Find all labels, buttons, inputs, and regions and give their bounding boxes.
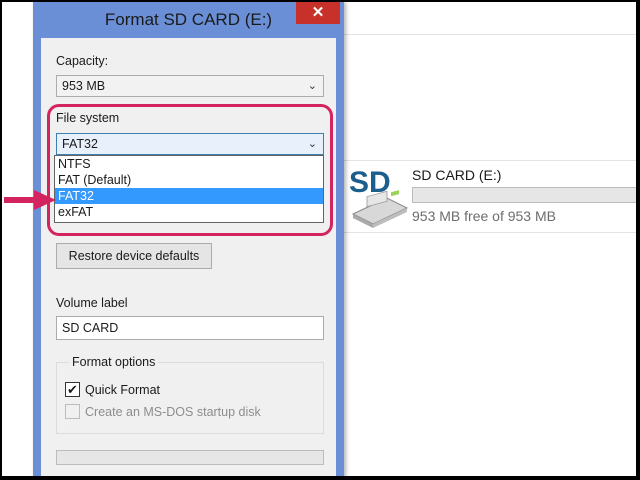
format-dialog: Format SD CARD (E:) ✕ Capacity: 953 MB ⌄…: [33, 2, 344, 476]
checkmark-icon: ✔: [67, 382, 78, 397]
explorer-divider: [344, 34, 636, 35]
capacity-label: Capacity:: [56, 54, 109, 68]
volume-label-label: Volume label: [56, 296, 128, 310]
restore-defaults-button[interactable]: Restore device defaults: [56, 243, 212, 269]
annotation-arrow-icon: [4, 190, 56, 210]
drive-free-space: 953 MB free of 953 MB: [412, 208, 556, 224]
close-button[interactable]: ✕: [296, 2, 340, 24]
screenshot-frame: SD SD CARD (E:) 953 MB free of 953 MB Fo…: [2, 2, 636, 476]
capacity-select[interactable]: 953 MB ⌄: [56, 75, 324, 97]
sd-card-drive-icon[interactable]: SD: [347, 164, 411, 228]
volume-label-input[interactable]: SD CARD: [56, 316, 324, 340]
msdos-startup-label: Create an MS-DOS startup disk: [85, 405, 261, 419]
drive-usage-bar: [412, 187, 636, 203]
chevron-down-icon: ⌄: [307, 80, 317, 92]
explorer-divider: [344, 232, 636, 233]
quick-format-label[interactable]: Quick Format: [85, 383, 160, 397]
drive-name[interactable]: SD CARD (E:): [412, 167, 501, 183]
quick-format-checkbox[interactable]: ✔: [65, 382, 80, 397]
format-options-title: Format options: [69, 355, 159, 369]
explorer-divider: [344, 160, 636, 161]
dialog-titlebar[interactable]: Format SD CARD (E:) ✕: [33, 2, 344, 38]
msdos-startup-checkbox: [65, 404, 80, 419]
close-icon: ✕: [311, 4, 325, 21]
capacity-value: 953 MB: [62, 79, 106, 93]
format-options-group: [56, 362, 324, 434]
format-progress-bar: [56, 450, 324, 465]
annotation-highlight-box: [47, 104, 333, 236]
